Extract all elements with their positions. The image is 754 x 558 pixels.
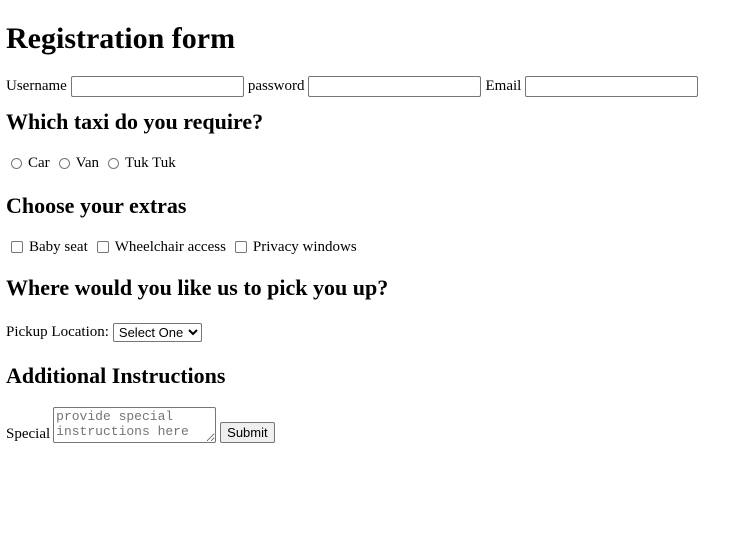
email-label: Email (485, 77, 522, 94)
radio-van[interactable] (58, 157, 70, 169)
radio-car-label[interactable]: Car (28, 155, 50, 172)
password-input[interactable] (308, 75, 482, 97)
radio-van-label[interactable]: Van (76, 155, 99, 172)
taxi-heading: Which taxi do you require? (6, 109, 264, 134)
checkbox-baby-seat-label[interactable]: Baby seat (29, 239, 88, 256)
checkbox-privacy-windows-label[interactable]: Privacy windows (253, 239, 357, 256)
checkbox-baby-seat[interactable] (11, 241, 23, 253)
special-instructions-textarea[interactable] (53, 407, 217, 443)
special-label: Special (6, 426, 51, 442)
credentials-row: Username password Email (6, 75, 748, 97)
extras-heading: Choose your extras (6, 193, 187, 218)
username-label: Username (6, 77, 67, 94)
checkbox-privacy-windows[interactable] (234, 241, 247, 253)
radio-tuk-tuk-label[interactable]: Tuk Tuk (125, 155, 176, 172)
submit-button[interactable]: Submit (220, 422, 275, 443)
checkbox-wheelchair-access-label[interactable]: Wheelchair access (115, 239, 226, 256)
pickup-location-label: Pickup Location: (6, 323, 109, 340)
instructions-heading: Additional Instructions (6, 363, 226, 388)
pickup-heading: Where would you like us to pick you up? (6, 275, 389, 300)
checkbox-wheelchair-access[interactable] (96, 241, 109, 253)
extras-options: Baby seat Wheelchair access Privacy wind… (6, 237, 748, 257)
radio-tuk-tuk[interactable] (108, 157, 119, 169)
instructions-row: Special Submit (6, 407, 748, 443)
email-input[interactable] (525, 75, 699, 97)
pickup-row: Pickup Location: Select One (6, 321, 748, 343)
password-label: password (247, 77, 305, 94)
page-title: Registration form (6, 22, 236, 55)
pickup-location-select[interactable]: Select One (112, 322, 202, 342)
username-input[interactable] (70, 75, 244, 97)
radio-car[interactable] (11, 157, 22, 169)
taxi-options: Car Van Tuk Tuk (6, 153, 748, 173)
